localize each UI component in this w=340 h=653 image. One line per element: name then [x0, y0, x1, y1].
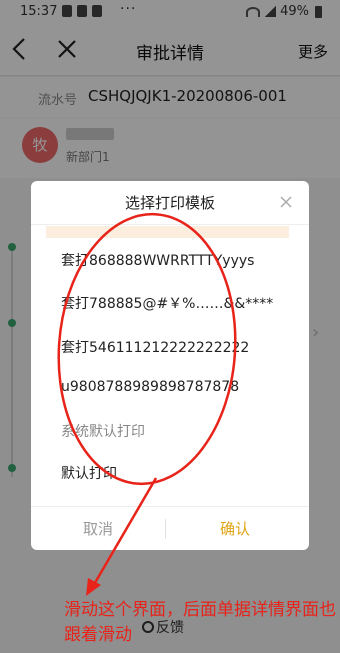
dialog-close-icon[interactable]: [277, 193, 295, 211]
template-option[interactable]: 默认打印: [61, 463, 117, 483]
annotation-text: 滑动这个界面，后面单据详情界面也跟着滑动: [64, 600, 336, 645]
confirm-button[interactable]: 确认: [169, 507, 301, 550]
template-option[interactable]: 套打546111212222222222: [61, 337, 249, 357]
print-template-dialog: 选择打印模板 套打868888WWRRTTTYyyys 套打788885@#￥%…: [31, 181, 309, 550]
template-option[interactable]: 套打868888WWRRTTTYyyys: [61, 250, 254, 270]
selection-highlight: [46, 226, 289, 238]
cancel-button[interactable]: 取消: [31, 507, 165, 550]
template-option[interactable]: 系统默认打印: [61, 421, 145, 441]
template-option[interactable]: 套打788885@#￥%……&&****: [61, 293, 273, 313]
dialog-title: 选择打印模板: [31, 181, 309, 225]
template-option[interactable]: u9808788989898787878: [61, 379, 239, 395]
footer-divider: [165, 519, 166, 539]
dialog-footer: 取消 确认: [31, 506, 309, 550]
